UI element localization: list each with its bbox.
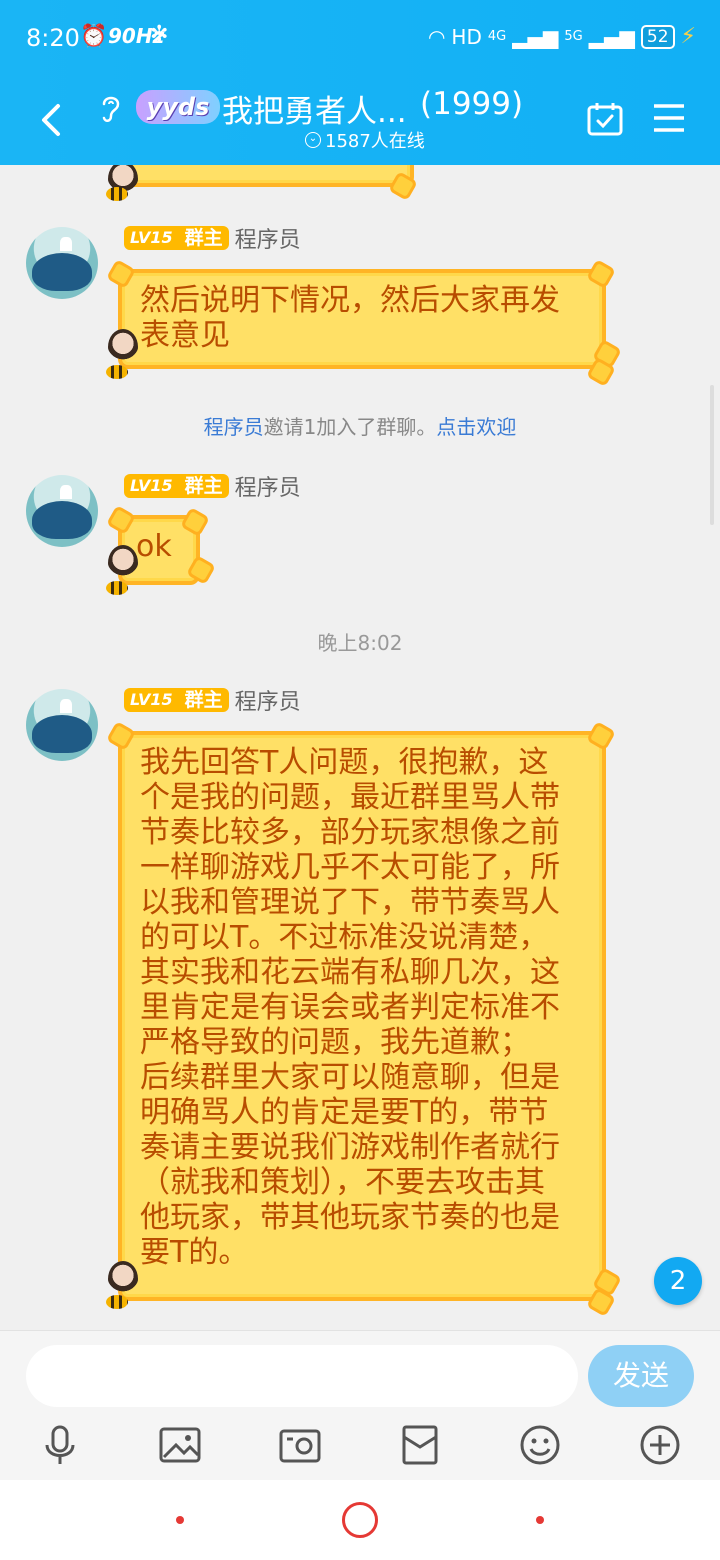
whale-icon: [32, 501, 92, 539]
sender-avatar[interactable]: [26, 689, 98, 761]
message-line: 表意见: [140, 318, 230, 353]
level-badge: LV15: [124, 474, 179, 498]
message-line: 然后说明下情况，然后大家再发: [140, 283, 560, 318]
sender-avatar[interactable]: [26, 227, 98, 299]
message-line: （就我和策划），不要去攻击其: [140, 1165, 545, 1200]
level-badge: LV15: [124, 688, 179, 712]
message-line: ok: [136, 529, 172, 564]
chat-header: 8:20 ⏰ 90Hz ✻ ◠ HD 4G ▂▄▆ 5G ▂▄▆ 52 ⚡ yy…: [0, 0, 720, 165]
ear-icon: [102, 96, 120, 122]
avatar-sticker: [108, 329, 138, 365]
chat-messages[interactable]: LV15 群主 程序员 然后说明下情况，然后大家再发 表意见 程序员邀请1加入了…: [0, 165, 720, 1330]
message-bubble-partial[interactable]: [118, 165, 414, 187]
status-indicators: ◠ HD 4G ▂▄▆ 5G ▂▄▆ 52 ⚡: [428, 24, 696, 49]
whale-icon: [32, 715, 92, 753]
microphone-icon[interactable]: [38, 1423, 82, 1467]
sender-avatar[interactable]: [26, 475, 98, 547]
signal-5g-label: 5G: [564, 29, 583, 44]
time-separator: 晚上8:02: [317, 631, 403, 655]
nav-back-button[interactable]: [536, 1516, 544, 1524]
signal-icon: ▂▄▆: [588, 24, 635, 49]
owner-badge: 群主: [178, 226, 229, 250]
group-title[interactable]: 我把勇者人...: [222, 86, 407, 131]
sender-name: 程序员: [234, 476, 301, 501]
system-message-text: 邀请1加入了群聊。: [263, 415, 437, 439]
send-button[interactable]: 发送: [588, 1345, 694, 1407]
whale-spout: [60, 237, 72, 251]
unread-count-badge[interactable]: 2: [654, 1257, 702, 1305]
wifi-icon: ◠: [427, 24, 446, 49]
whale-icon: [32, 253, 92, 291]
camera-icon[interactable]: [278, 1423, 322, 1467]
message-line: 要T的。: [140, 1235, 249, 1270]
message-input[interactable]: [26, 1345, 578, 1407]
red-packet-icon[interactable]: [398, 1423, 442, 1467]
avatar-sticker: [108, 545, 138, 581]
scrollbar[interactable]: [710, 385, 714, 525]
owner-badge: 群主: [178, 688, 229, 712]
member-count: (1999): [420, 86, 524, 122]
fan-icon: ✻: [150, 22, 169, 47]
whale-spout: [60, 485, 72, 499]
message-line: 以我和管理说了下，带节奏骂人: [140, 885, 560, 920]
online-label: 1587人在线: [325, 131, 425, 152]
bee-icon: [106, 365, 128, 379]
back-icon[interactable]: [34, 100, 68, 140]
message-line: 奏请主要说我们游戏制作者就行: [140, 1130, 560, 1165]
input-area: 发送: [0, 1330, 720, 1480]
nav-home-button[interactable]: [342, 1502, 378, 1538]
owner-badge: 群主: [178, 474, 229, 498]
status-time: 8:20: [26, 24, 80, 52]
sender-info: LV15 群主 程序员: [124, 471, 301, 501]
menu-icon[interactable]: [652, 102, 686, 134]
message-line: 其实我和花云端有私聊几次，这: [140, 955, 560, 990]
chevron-down-icon: ⌄: [305, 132, 321, 148]
status-bar: 8:20 ⏰ 90Hz ✻ ◠ HD 4G ▂▄▆ 5G ▂▄▆ 52 ⚡: [0, 20, 720, 60]
system-navigation-bar: [0, 1480, 720, 1560]
calendar-check-icon[interactable]: [586, 100, 624, 138]
message-line: 的可以T。不过标准没说清楚，: [140, 920, 549, 955]
message-bubble[interactable]: 然后说明下情况，然后大家再发 表意见: [118, 269, 606, 369]
sender-name: 程序员: [234, 690, 301, 715]
alarm-icon: ⏰: [80, 24, 108, 49]
message-line: 节奏比较多，部分玩家想像之前: [140, 815, 560, 850]
bee-icon: [106, 1295, 128, 1309]
message-line: 明确骂人的肯定是要T的，带节: [140, 1095, 549, 1130]
bee-icon: [106, 187, 128, 201]
message-line: 后续群里大家可以随意聊，但是: [140, 1060, 560, 1095]
sender-name: 程序员: [234, 228, 301, 253]
plus-icon[interactable]: [638, 1423, 682, 1467]
signal-icon: ▂▄▆: [512, 24, 559, 49]
message-line: 严格导致的问题，我先道歉；: [140, 1025, 530, 1060]
message-bubble[interactable]: 我先回答T人问题，很抱歉，这 个是我的问题，最近群里骂人带 节奏比较多，部分玩家…: [118, 731, 606, 1301]
group-logo: yyds: [136, 90, 220, 124]
message-line: 一样聊游戏几乎不太可能了，所: [140, 850, 560, 885]
emoji-icon[interactable]: [518, 1423, 562, 1467]
avatar-sticker: [108, 1261, 138, 1297]
message-line: 我先回答T人问题，很抱歉，这: [140, 745, 549, 780]
online-count: ⌄ 1587人在线: [305, 127, 425, 153]
system-message-actor[interactable]: 程序员: [204, 415, 264, 439]
level-badge: LV15: [124, 226, 179, 250]
network-label: HD: [451, 24, 482, 49]
signal-4g-label: 4G: [487, 29, 507, 44]
sender-info: LV15 群主 程序员: [124, 685, 301, 715]
message-line: 他玩家，带其他玩家节奏的也是: [140, 1200, 560, 1235]
charging-icon: ⚡: [680, 24, 696, 49]
message-line: 个是我的问题，最近群里骂人带: [140, 780, 560, 815]
message-line: 里肯定是有误会或者判定标准不: [140, 990, 560, 1025]
whale-spout: [60, 699, 72, 713]
input-toolbar: [0, 1423, 720, 1469]
system-message: 程序员邀请1加入了群聊。点击欢迎: [0, 411, 720, 440]
bee-icon: [106, 581, 128, 595]
welcome-link[interactable]: 点击欢迎: [436, 415, 516, 439]
image-icon[interactable]: [158, 1423, 202, 1467]
nav-menu-button[interactable]: [176, 1516, 184, 1524]
sender-info: LV15 群主 程序员: [124, 223, 301, 253]
battery-indicator: 52: [640, 24, 675, 49]
